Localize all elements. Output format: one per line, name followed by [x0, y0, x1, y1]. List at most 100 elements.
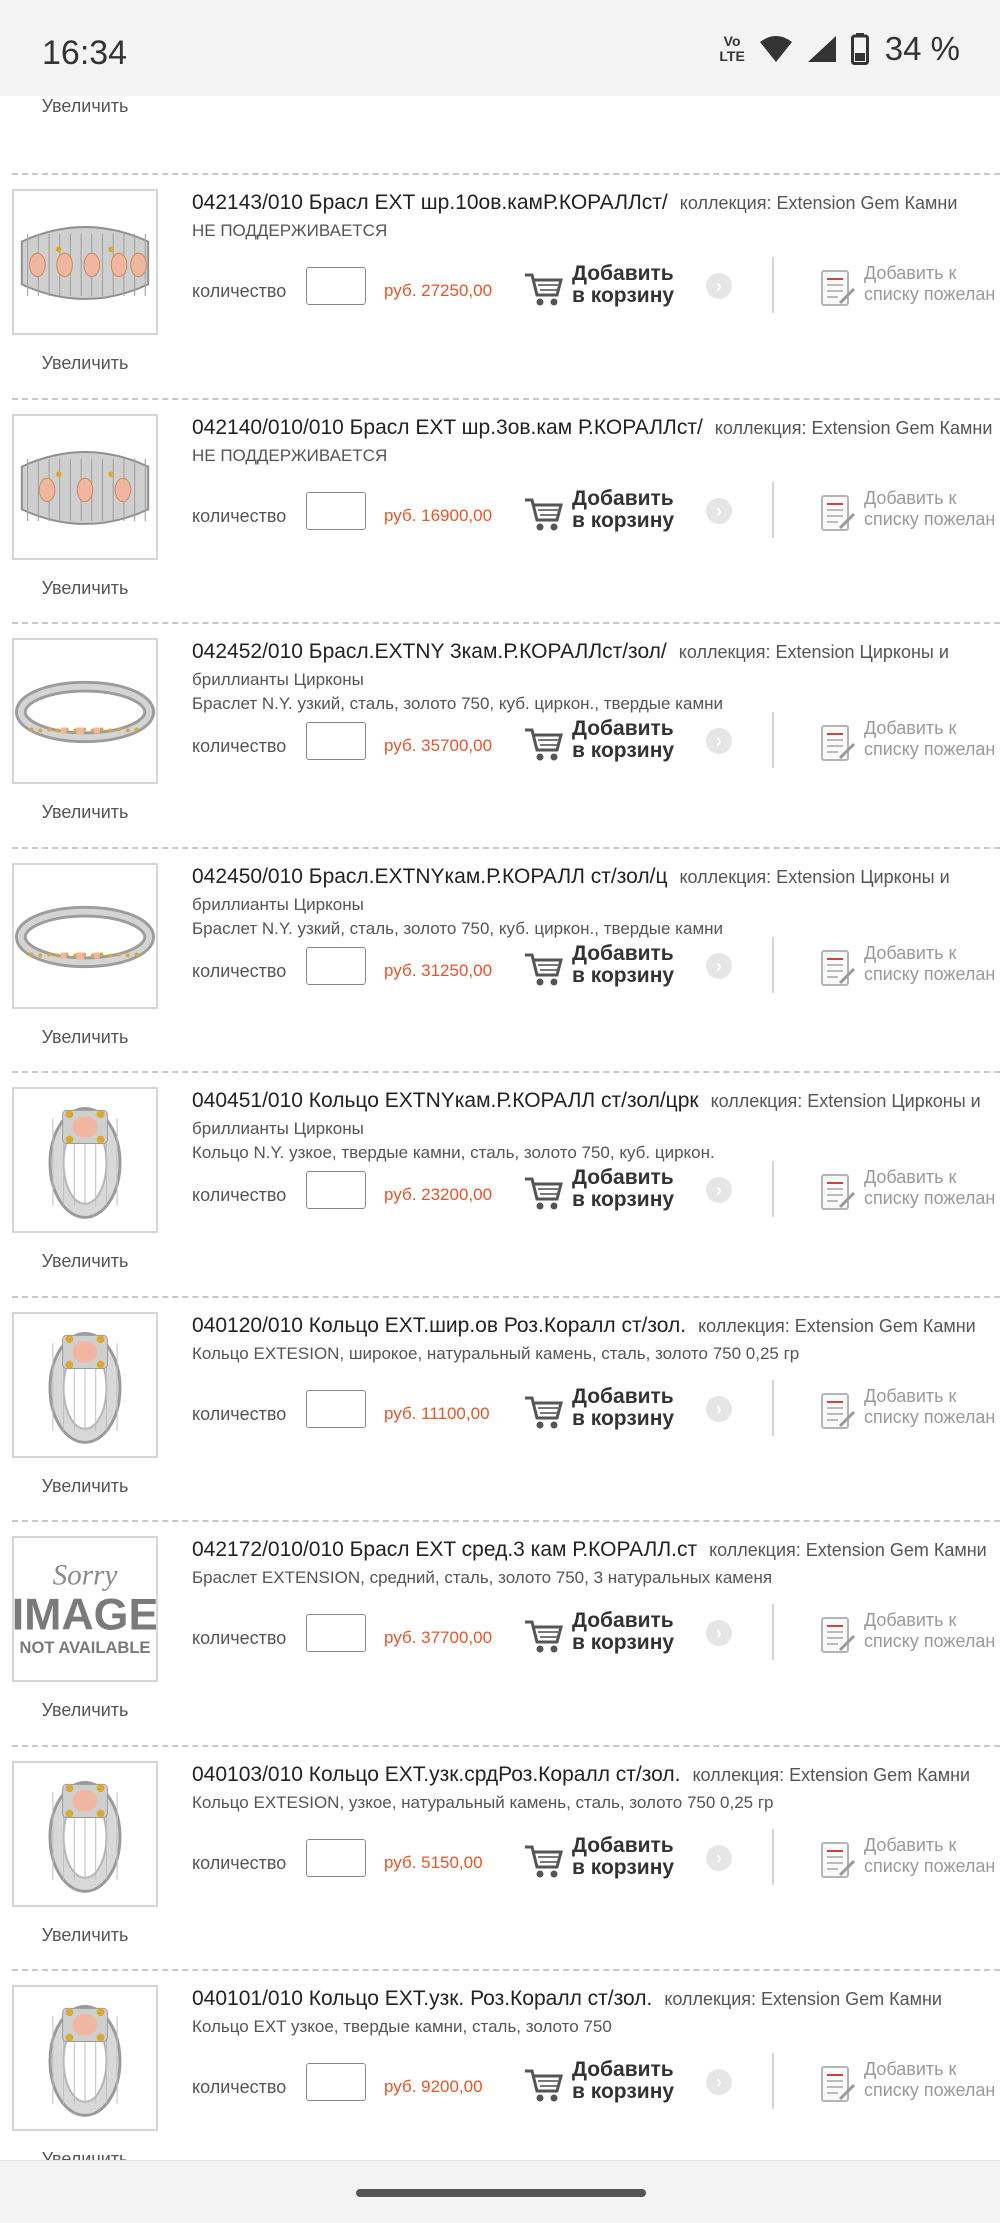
- enlarge-link[interactable]: Увеличить: [12, 96, 158, 117]
- quantity-input[interactable]: [306, 2063, 366, 2101]
- item-separator: [12, 1969, 1000, 1971]
- enlarge-link[interactable]: Увеличить: [12, 2149, 158, 2160]
- enlarge-link[interactable]: Увеличить: [12, 1476, 158, 1497]
- purchase-row: количество руб. 37700,00 Добавить в корзину…: [0, 1604, 1000, 1670]
- list-item: Увеличить 042143/010 Брасл EXT шр.10ов.ка…: [0, 173, 1000, 397]
- product-price: руб. 23200,00: [384, 1185, 493, 1204]
- wishlist-icon: [821, 725, 856, 761]
- product-list[interactable]: Увеличить Увеличить 042143/010 Брасл EXT …: [0, 96, 1000, 2160]
- add-to-cart-label: Добавить в корзину: [572, 1384, 675, 1430]
- quantity-label: количество: [192, 1403, 287, 1424]
- product-header: 040120/010 Кольцо EXT.шир.ов Роз.Коралл …: [192, 1314, 1000, 1338]
- list-item: Увеличить 040101/010 Кольцо EXT.узк. Роз.…: [0, 1969, 1000, 2160]
- quantity-input[interactable]: [306, 1171, 366, 1209]
- product-subline: бриллианты Цирконы: [192, 670, 364, 689]
- wishlist-icon: [821, 270, 856, 306]
- wishlist-icon: [821, 1617, 856, 1653]
- arrow-right-icon[interactable]: ›: [706, 952, 732, 979]
- shopping-cart-icon: [525, 1845, 563, 1877]
- action-divider: [772, 1161, 774, 1217]
- product-title[interactable]: 040120/010 Кольцо EXT.шир.ов Роз.Коралл …: [192, 1314, 686, 1337]
- product-description: Браслет N.Y. узкий, сталь, золото 750, к…: [192, 918, 724, 938]
- product-title[interactable]: 042452/010 Брасл.EXTNY 3кам.Р.КОРАЛЛст/з…: [192, 640, 667, 663]
- purchase-row: количество руб. 23200,00 Добавить в корзину…: [0, 1161, 1000, 1227]
- enlarge-link[interactable]: Увеличить: [12, 1027, 158, 1048]
- shopping-cart-icon: [525, 1396, 563, 1428]
- product-price: руб. 37700,00: [384, 1628, 493, 1647]
- action-divider: [772, 1604, 774, 1660]
- purchase-row: количество руб. 16900,00 Добавить в корзину…: [0, 481, 1000, 548]
- product-description: Кольцо EXT узкое, твердые камни, сталь, …: [192, 2017, 612, 2036]
- product-title[interactable]: 040451/010 Кольцо EXTNYкам.Р.КОРАЛЛ ст/з…: [192, 1089, 699, 1112]
- arrow-right-icon[interactable]: ›: [706, 728, 732, 754]
- item-separator: [12, 622, 1000, 624]
- arrow-right-icon[interactable]: ›: [706, 273, 732, 299]
- add-to-wishlist-label: Добавить к списку пожелан: [864, 1610, 996, 1651]
- shopping-cart-icon: [525, 1620, 563, 1653]
- item-separator: [12, 397, 1000, 400]
- quantity-input[interactable]: [306, 1838, 366, 1877]
- product-description: Кольцо EXTESION, широкое, натуральный ка…: [192, 1343, 800, 1363]
- action-divider: [772, 2053, 774, 2109]
- purchase-row: количество руб. 31250,00 Добавить в корзину…: [0, 936, 1000, 1003]
- arrow-right-icon[interactable]: ›: [706, 1395, 732, 1422]
- quantity-label: количество: [192, 1852, 287, 1873]
- arrow-right-icon[interactable]: ›: [706, 1620, 732, 1646]
- arrow-right-icon[interactable]: ›: [706, 497, 732, 524]
- wishlist-icon: [821, 494, 856, 531]
- product-header: 040451/010 Кольцо EXTNYкам.Р.КОРАЛЛ ст/з…: [192, 1089, 1000, 1113]
- enlarge-link[interactable]: Увеличить: [12, 1700, 158, 1721]
- quantity-input[interactable]: [306, 1614, 366, 1652]
- add-to-wishlist-label: Добавить к списку пожелан: [864, 942, 996, 984]
- product-header: 042140/010/010 Брасл EXT шр.3ов.кам Р.КО…: [192, 416, 1000, 440]
- item-separator: [12, 846, 1000, 849]
- product-title[interactable]: 042172/010/010 Брасл EXT сред.3 кам Р.КО…: [192, 1538, 697, 1561]
- product-collection: коллекция: Extension Gem Камни: [664, 1989, 942, 2009]
- product-price: руб. 11100,00: [384, 1403, 490, 1423]
- purchase-row: количество руб. 35700,00 Добавить в корзину…: [0, 712, 1000, 778]
- quantity-input[interactable]: [306, 491, 366, 530]
- product-title[interactable]: 042140/010/010 Брасл EXT шр.3ов.кам Р.КО…: [192, 416, 703, 439]
- quantity-label: количество: [192, 1628, 287, 1648]
- product-subline: НЕ ПОДДЕРЖИВАЕТСЯ: [192, 221, 388, 240]
- item-separator: [12, 1520, 1000, 1522]
- enlarge-link[interactable]: Увеличить: [12, 353, 158, 374]
- wishlist-icon: [821, 2066, 856, 2102]
- add-to-wishlist-label: Добавить к списку пожелан: [864, 1385, 996, 1427]
- svg-text:Sorry: Sorry: [53, 1560, 118, 1592]
- arrow-right-icon[interactable]: ›: [706, 1177, 732, 1203]
- shopping-cart-icon: [525, 953, 563, 985]
- quantity-input[interactable]: [306, 722, 366, 760]
- enlarge-link[interactable]: Увеличить: [12, 802, 158, 823]
- quantity-input[interactable]: [306, 946, 366, 985]
- product-collection: коллекция: Extension Цирконы и: [678, 642, 949, 662]
- product-header: 040103/010 Кольцо EXT.узк.срдРоз.Коралл …: [192, 1763, 1000, 1787]
- product-price: руб. 9200,00: [384, 2077, 483, 2096]
- volte-icon: Vo LTE: [719, 33, 745, 64]
- wishlist-icon: [821, 1841, 856, 1878]
- product-subline: бриллианты Цирконы: [192, 1119, 364, 1138]
- purchase-row: количество руб. 9200,00 Добавить в корзину ›…: [0, 2053, 1000, 2119]
- action-divider: [772, 481, 774, 538]
- product-title[interactable]: 040101/010 Кольцо EXT.узк. Роз.Коралл ст…: [192, 1987, 652, 2010]
- product-title[interactable]: 042450/010 Брасл.EXTNYкам.Р.КОРАЛЛ ст/зо…: [192, 865, 667, 888]
- quantity-input[interactable]: [306, 267, 366, 305]
- product-subline: НЕ ПОДДЕРЖИВАЕТСЯ: [192, 445, 388, 465]
- enlarge-link[interactable]: Увеличить: [12, 578, 158, 599]
- product-title[interactable]: 042143/010 Брасл EXT шр.10ов.камР.КОРАЛЛ…: [192, 191, 668, 214]
- arrow-right-icon[interactable]: ›: [706, 2069, 732, 2095]
- home-gesture-handle[interactable]: [356, 2189, 646, 2197]
- add-to-wishlist-label: Добавить к списку пожелан: [864, 487, 996, 529]
- arrow-right-icon[interactable]: ›: [706, 1844, 732, 1871]
- enlarge-link[interactable]: Увеличить: [12, 1251, 158, 1272]
- quantity-input[interactable]: [306, 1389, 366, 1428]
- enlarge-link[interactable]: Увеличить: [12, 1925, 158, 1946]
- add-to-cart-label: Добавить в корзину: [572, 486, 675, 532]
- add-to-wishlist-label: Добавить к списку пожелан: [864, 2059, 996, 2100]
- product-title[interactable]: 040103/010 Кольцо EXT.узк.срдРоз.Коралл …: [192, 1763, 680, 1786]
- list-item-partial: Увеличить: [0, 96, 1000, 140]
- list-item: Увеличить 042140/010/010 Брасл EXT шр.3ов…: [0, 397, 1000, 622]
- product-collection: коллекция: Extension Gem Камни: [698, 1315, 976, 1336]
- add-to-cart-label: Добавить в корзину: [572, 2058, 675, 2103]
- list-item: Увеличить 040120/010 Кольцо EXT.шир.ов Ро…: [0, 1295, 1000, 1520]
